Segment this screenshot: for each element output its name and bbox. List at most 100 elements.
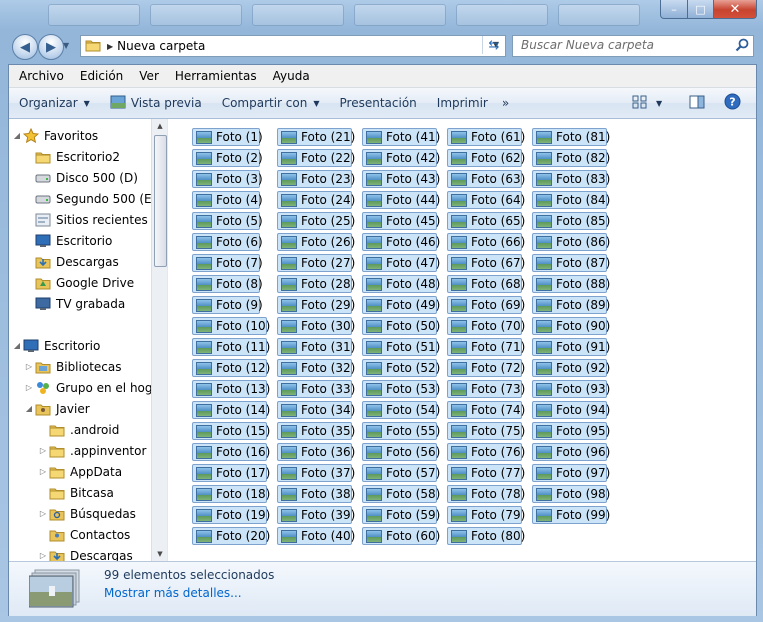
nav-item-google-drive[interactable]: Google Drive — [35, 272, 134, 293]
scroll-up-icon[interactable]: ▲ — [152, 119, 168, 133]
file-item[interactable]: Foto (70) — [447, 317, 525, 335]
file-item[interactable]: Foto (25) — [277, 212, 355, 230]
search-box[interactable] — [512, 35, 754, 57]
nav-item-javier[interactable]: ◢ Javier — [23, 398, 90, 419]
file-item[interactable]: Foto (18) — [192, 485, 270, 503]
preview-pane-button[interactable] — [689, 88, 705, 118]
file-item[interactable]: Foto (53) — [362, 380, 440, 398]
address-bar[interactable]: ▶ Nueva carpeta ▼ — [80, 35, 506, 57]
file-item[interactable]: Foto (9) — [192, 296, 263, 314]
collapse-arrow-icon[interactable]: ▷ — [23, 383, 35, 392]
file-item[interactable]: Foto (62) — [447, 149, 525, 167]
refresh-button[interactable]: ⇆ — [482, 36, 505, 54]
expand-arrow-icon[interactable]: ◢ — [11, 341, 23, 350]
file-item[interactable]: Foto (66) — [447, 233, 525, 251]
file-item[interactable]: Foto (33) — [277, 380, 355, 398]
breadcrumb-chevron-icon[interactable]: ▶ — [107, 42, 113, 51]
file-item[interactable]: Foto (1) — [192, 128, 263, 146]
scroll-down-icon[interactable]: ▼ — [152, 547, 168, 561]
menu-ayuda[interactable]: Ayuda — [267, 69, 316, 83]
collapse-arrow-icon[interactable]: ▷ — [23, 362, 35, 371]
file-item[interactable]: Foto (36) — [277, 443, 355, 461]
file-item[interactable]: Foto (46) — [362, 233, 440, 251]
nav-item-bibliotecas[interactable]: ▷ Bibliotecas — [23, 356, 122, 377]
menu-edicion[interactable]: Edición — [74, 69, 129, 83]
file-item[interactable]: Foto (63) — [447, 170, 525, 188]
nav-item-disco-500[interactable]: Disco 500 (D) — [35, 167, 138, 188]
file-item[interactable]: Foto (77) — [447, 464, 525, 482]
file-item[interactable]: Foto (57) — [362, 464, 440, 482]
menu-archivo[interactable]: Archivo — [13, 69, 70, 83]
file-item[interactable]: Foto (3) — [192, 170, 263, 188]
file-item[interactable]: Foto (99) — [532, 506, 610, 524]
recent-pages-dropdown-icon[interactable]: ▼ — [63, 41, 69, 50]
file-item[interactable]: Foto (91) — [532, 338, 610, 356]
file-item[interactable]: Foto (20) — [192, 527, 270, 545]
file-item[interactable]: Foto (89) — [532, 296, 610, 314]
change-view-button[interactable]: ▼ — [632, 88, 662, 118]
vista-previa-button[interactable]: Vista previa — [100, 88, 212, 118]
file-item[interactable]: Foto (13) — [192, 380, 270, 398]
file-item[interactable]: Foto (51) — [362, 338, 440, 356]
file-item[interactable]: Foto (19) — [192, 506, 270, 524]
file-item[interactable]: Foto (59) — [362, 506, 440, 524]
nav-item-escritorio[interactable]: Escritorio — [35, 230, 112, 251]
file-item[interactable]: Foto (32) — [277, 359, 355, 377]
file-item[interactable]: Foto (35) — [277, 422, 355, 440]
nav-item-sitios-recientes[interactable]: Sitios recientes — [35, 209, 148, 230]
file-item[interactable]: Foto (44) — [362, 191, 440, 209]
file-item[interactable]: Foto (78) — [447, 485, 525, 503]
file-item[interactable]: Foto (8) — [192, 275, 263, 293]
nav-item-appinventor[interactable]: ▷ .appinventor — [37, 440, 147, 461]
file-item[interactable]: Foto (97) — [532, 464, 610, 482]
nav-item-tv-grabada[interactable]: TV grabada — [35, 293, 125, 314]
file-item[interactable]: Foto (61) — [447, 128, 525, 146]
nav-favoritos[interactable]: ◢ Favoritos — [11, 125, 98, 146]
file-item[interactable]: Foto (64) — [447, 191, 525, 209]
expand-arrow-icon[interactable]: ◢ — [23, 404, 35, 413]
file-item[interactable]: Foto (75) — [447, 422, 525, 440]
minimize-button[interactable]: – — [660, 0, 688, 19]
nav-item-contactos[interactable]: Contactos — [37, 524, 130, 545]
collapse-arrow-icon[interactable]: ▷ — [37, 467, 49, 476]
file-item[interactable]: Foto (26) — [277, 233, 355, 251]
nav-item-bitcasa[interactable]: Bitcasa — [37, 482, 114, 503]
file-item[interactable]: Foto (74) — [447, 401, 525, 419]
file-item[interactable]: Foto (56) — [362, 443, 440, 461]
file-item[interactable]: Foto (37) — [277, 464, 355, 482]
collapse-arrow-icon[interactable]: ▷ — [37, 551, 49, 560]
file-item[interactable]: Foto (80) — [447, 527, 525, 545]
file-item[interactable]: Foto (55) — [362, 422, 440, 440]
file-item[interactable]: Foto (6) — [192, 233, 263, 251]
file-item[interactable]: Foto (42) — [362, 149, 440, 167]
nav-item-appdata[interactable]: ▷ AppData — [37, 461, 122, 482]
file-item[interactable]: Foto (28) — [277, 275, 355, 293]
file-item[interactable]: Foto (69) — [447, 296, 525, 314]
forward-button[interactable]: ▶ — [38, 34, 64, 60]
file-item[interactable]: Foto (4) — [192, 191, 263, 209]
file-item[interactable]: Foto (21) — [277, 128, 355, 146]
close-button[interactable]: ✕ — [714, 0, 757, 19]
file-item[interactable]: Foto (76) — [447, 443, 525, 461]
back-button[interactable]: ◀ — [12, 34, 38, 60]
file-item[interactable]: Foto (94) — [532, 401, 610, 419]
nav-item-descargas[interactable]: Descargas — [35, 251, 119, 272]
file-item[interactable]: Foto (85) — [532, 212, 610, 230]
file-item[interactable]: Foto (40) — [277, 527, 355, 545]
file-item[interactable]: Foto (95) — [532, 422, 610, 440]
file-item[interactable]: Foto (72) — [447, 359, 525, 377]
maximize-button[interactable]: □ — [688, 0, 714, 19]
file-item[interactable]: Foto (47) — [362, 254, 440, 272]
file-item[interactable]: Foto (71) — [447, 338, 525, 356]
menu-herramientas[interactable]: Herramientas — [169, 69, 263, 83]
file-item[interactable]: Foto (17) — [192, 464, 270, 482]
file-item[interactable]: Foto (93) — [532, 380, 610, 398]
collapse-arrow-icon[interactable]: ▷ — [37, 446, 49, 455]
file-item[interactable]: Foto (48) — [362, 275, 440, 293]
file-item[interactable]: Foto (11) — [192, 338, 270, 356]
file-item[interactable]: Foto (73) — [447, 380, 525, 398]
expand-arrow-icon[interactable]: ◢ — [11, 131, 23, 140]
collapse-arrow-icon[interactable]: ▷ — [37, 509, 49, 518]
nav-item-busquedas[interactable]: ▷ Búsquedas — [37, 503, 136, 524]
file-item[interactable]: Foto (60) — [362, 527, 440, 545]
